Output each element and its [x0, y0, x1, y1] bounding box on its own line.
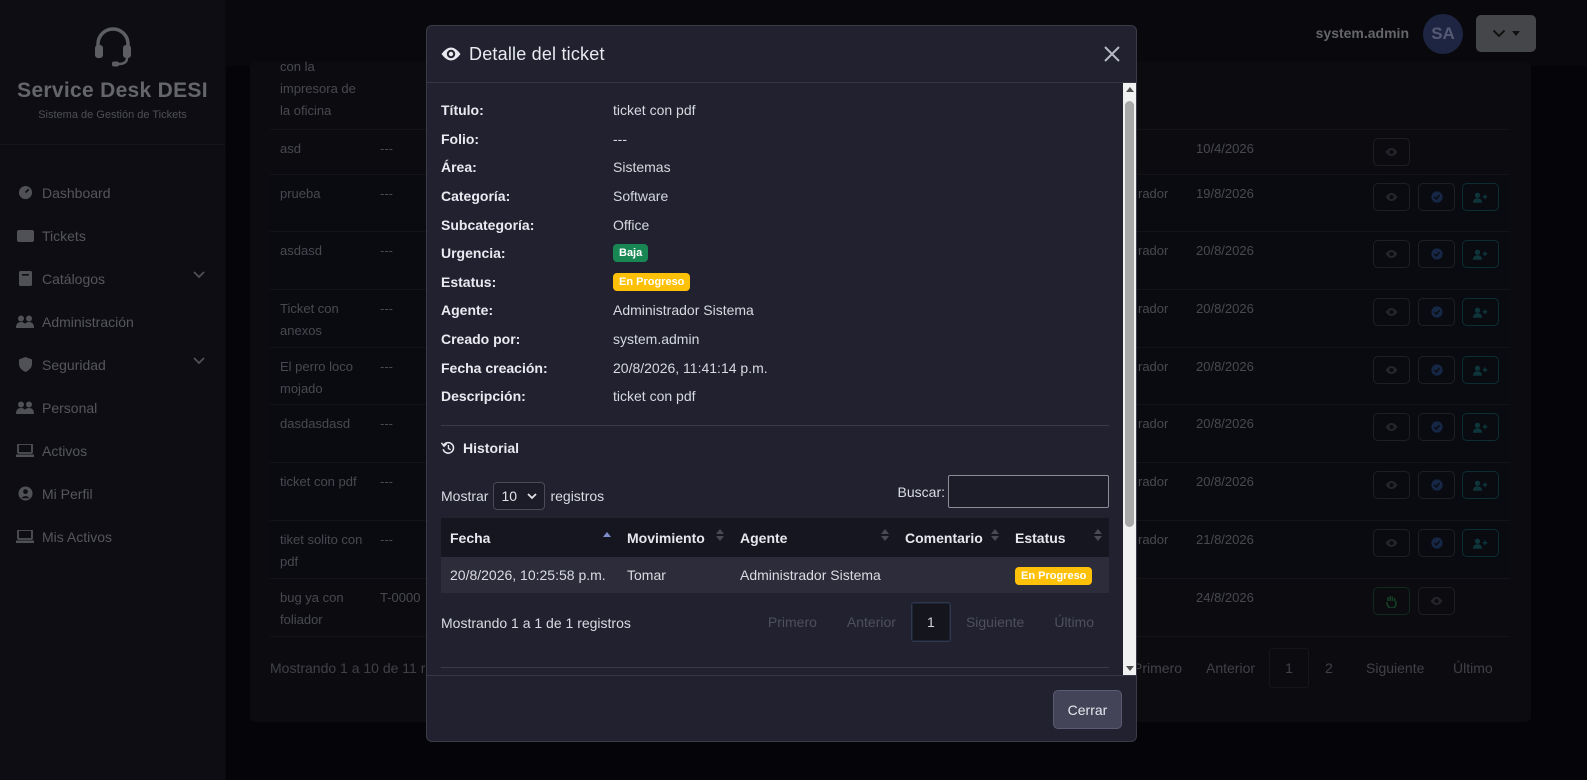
history-title: Historial — [463, 440, 520, 456]
sort-icon — [991, 529, 999, 541]
column-header[interactable]: Agente — [731, 518, 896, 557]
detail-row: Categoría: Software — [441, 182, 1109, 211]
table-cell: Administrador Sistema — [731, 557, 896, 593]
detail-row: Creado por: system.admin — [441, 325, 1109, 354]
detail-label: Fecha creación: — [441, 359, 548, 376]
detail-value: --- — [613, 130, 627, 147]
table-cell: Tomar — [618, 557, 731, 593]
detail-label: Área: — [441, 159, 477, 176]
column-header-label: Fecha — [450, 529, 491, 546]
history-pagination: Primero Anterior 1 Siguiente Último — [753, 602, 1109, 642]
detail-row: Área: Sistemas — [441, 153, 1109, 182]
detail-row: Descripción: ticket con pdf — [441, 382, 1109, 411]
search-label: Buscar: — [897, 483, 945, 500]
table-row: 20/8/2026, 10:25:58 p.m. Tomar Administrad… — [441, 557, 1109, 593]
detail-value: ticket con pdf — [613, 388, 696, 405]
detail-label: Descripción: — [441, 388, 526, 405]
status-badge: Baja — [613, 244, 649, 263]
detail-label: Título: — [441, 102, 484, 119]
page-length-select[interactable]: 10 — [493, 482, 546, 510]
scroll-up-arrow-icon[interactable] — [1126, 87, 1134, 92]
history-pager-first[interactable]: Primero — [753, 614, 832, 630]
history-pager-next[interactable]: Siguiente — [951, 614, 1039, 630]
detail-label: Categoría: — [441, 188, 511, 205]
sort-icon — [1094, 529, 1102, 541]
detail-value: Administrador Sistema — [613, 302, 754, 319]
modal-scrollbar[interactable] — [1123, 83, 1136, 675]
history-table: Fecha Movimiento Agente Comentario Estatus 2… — [441, 518, 1109, 593]
history-icon — [441, 441, 455, 454]
history-footer: Mostrando 1 a 1 de 1 registros Primero A… — [441, 602, 1109, 642]
close-icon[interactable] — [1102, 44, 1122, 64]
table-cell: 20/8/2026, 10:25:58 p.m. — [441, 557, 618, 593]
detail-value: system.admin — [613, 331, 700, 348]
scroll-down-arrow-icon[interactable] — [1126, 666, 1134, 671]
detail-value: Sistemas — [613, 159, 671, 176]
detail-label: Folio: — [441, 130, 480, 147]
chevron-down-icon — [527, 492, 538, 499]
history-pager-current[interactable]: 1 — [910, 602, 951, 642]
history-pager-prev[interactable]: Anterior — [832, 614, 911, 630]
column-header[interactable]: Fecha — [441, 518, 618, 557]
column-header-label: Estatus — [1015, 529, 1066, 546]
ticket-details: Título: ticket con pdf Folio: --- Área: Siste… — [441, 96, 1109, 411]
detail-value: Office — [613, 216, 650, 233]
detail-value: ticket con pdf — [613, 102, 696, 119]
modal-title: Detalle del ticket — [469, 43, 605, 64]
length-label: Mostrar — [441, 488, 489, 504]
sort-icon — [716, 529, 724, 541]
table-cell: En Progreso — [1006, 557, 1109, 593]
modal-footer: Cerrar — [427, 675, 1136, 741]
status-badge: En Progreso — [1015, 566, 1093, 585]
modal-body: Título: ticket con pdf Folio: --- Área: Siste… — [427, 83, 1123, 675]
detail-row: Fecha creación: 20/8/2026, 11:41:14 p.m. — [441, 353, 1109, 382]
history-pager-last[interactable]: Último — [1039, 614, 1109, 630]
detail-label: Creado por: — [441, 331, 521, 348]
scroll-thumb[interactable] — [1125, 101, 1134, 527]
divider — [441, 425, 1109, 426]
detail-row: Agente: Administrador Sistema — [441, 296, 1109, 325]
sort-icon — [603, 532, 611, 537]
history-search: Buscar: — [898, 475, 1109, 508]
length-label-suffix: registros — [550, 488, 605, 504]
sort-icon — [881, 529, 889, 541]
column-header-label: Agente — [740, 529, 788, 546]
detail-row: Estatus: En Progreso — [441, 268, 1109, 297]
divider — [441, 667, 1109, 668]
search-input[interactable] — [948, 475, 1109, 508]
detail-label: Agente: — [441, 302, 494, 319]
column-header[interactable]: Estatus — [1006, 518, 1109, 557]
history-heading: Historial — [441, 440, 519, 456]
column-header-label: Movimiento — [627, 529, 705, 546]
column-header-label: Comentario — [905, 529, 983, 546]
detail-row: Urgencia: Baja — [441, 239, 1109, 268]
status-badge: En Progreso — [613, 272, 691, 291]
close-button[interactable]: Cerrar — [1053, 690, 1122, 729]
detail-label: Urgencia: — [441, 245, 506, 262]
ticket-detail-modal: Detalle del ticket Título: ticket con pdf… — [426, 25, 1137, 742]
page-length-value: 10 — [501, 488, 518, 504]
detail-row: Subcategoría: Office — [441, 210, 1109, 239]
page-length-control: Mostrar 10 registros — [441, 482, 604, 510]
detail-label: Estatus: — [441, 273, 497, 290]
detail-label: Subcategoría: — [441, 216, 535, 233]
eye-icon — [441, 47, 461, 61]
modal-header: Detalle del ticket — [427, 26, 1136, 83]
table-cell — [896, 557, 1006, 593]
detail-row: Folio: --- — [441, 125, 1109, 154]
history-controls: Mostrar 10 registros Buscar: — [441, 475, 1109, 510]
column-header[interactable]: Movimiento — [618, 518, 731, 557]
history-info: Mostrando 1 a 1 de 1 registros — [441, 615, 631, 631]
column-header[interactable]: Comentario — [896, 518, 1006, 557]
detail-row: Título: ticket con pdf — [441, 96, 1109, 125]
detail-value: 20/8/2026, 11:41:14 p.m. — [613, 359, 768, 376]
detail-value: Software — [613, 188, 669, 205]
